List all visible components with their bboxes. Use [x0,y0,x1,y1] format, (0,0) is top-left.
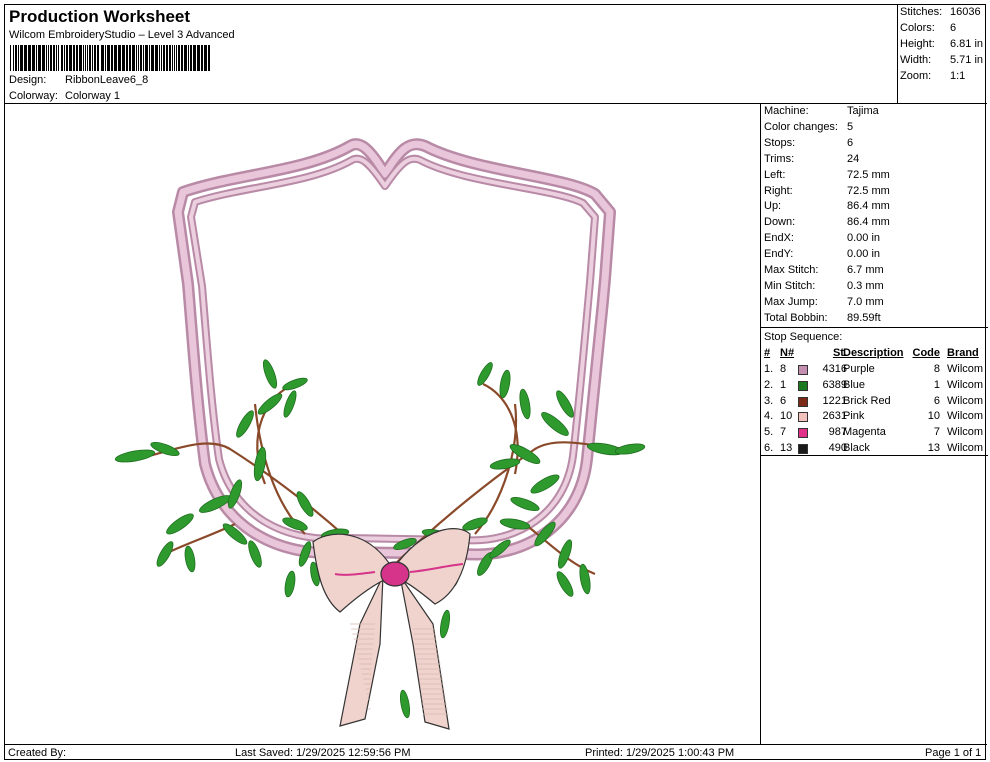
table-row: 2. 1 6389 Blue 1 Wilcom [764,378,984,391]
worksheet-frame: Production Worksheet Wilcom EmbroiderySt… [4,4,988,761]
stat-width: Width: 5.71 in [900,54,984,66]
info-label: Max Stitch: [764,264,819,276]
embroidery-design-image [114,138,646,730]
info-value: 86.4 mm [847,216,890,229]
table-row: 5. 7 987 Magenta 7 Wilcom [764,426,984,439]
info-label: Machine: [764,105,809,117]
info-label: Trims: [764,152,795,165]
machine-info-panel: Machine: Tajima Color changes: 5 Stops: 6 Trim… [760,104,988,744]
info-row: Min Stitch: 0.3 mm [764,280,986,292]
info-row: Trims: 24 [764,153,986,165]
info-row: EndX: 0.00 in [764,232,986,244]
info-value: 72.5 mm [847,184,890,197]
info-label: Left: [764,168,786,181]
info-row: Right: 72.5 mm [764,185,986,197]
info-label: Stops: [764,136,796,149]
summary-stats: Stitches: 16036 Colors: 6 Height: 6.81 in W… [897,5,987,104]
info-row: EndY: 0.00 in [764,248,986,260]
info-value: Tajima [847,105,879,117]
info-value: 6 [847,136,854,149]
info-row: Machine: Tajima [764,105,986,117]
leaf [579,563,591,595]
barcode-icon [10,45,210,71]
info-row: Down: 86.4 mm [764,216,986,228]
table-row: 4. 10 2631 Pink 10 Wilcom [764,410,984,423]
info-label: Color changes: [764,120,838,133]
info-value: 24 [847,152,860,165]
info-value: 0.00 in [847,232,881,245]
leaf [399,689,411,719]
panel-divider [761,327,988,328]
leaf [499,518,531,530]
design-value: RibbonLeave6_8 [65,74,149,86]
info-row: Total Bobbin: 89.59ft [764,312,986,324]
info-label: Max Jump: [764,295,818,308]
last-saved: Last Saved: 1/29/2025 12:59:56 PM [235,747,411,759]
design-row: Design: RibbonLeave6_8 [9,74,148,86]
info-row: Left: 72.5 mm [764,169,986,181]
color-swatch [798,396,808,407]
info-label: Down: [764,216,796,229]
leaf [614,443,646,455]
info-label: Total Bobbin: [764,311,828,324]
table-divider [761,455,988,456]
printed-date: Printed: 1/29/2025 1:00:43 PM [585,747,735,759]
info-label: Up: [764,200,782,213]
stat-stitches: Stitches: 16036 [900,6,981,18]
software-subtitle: Wilcom EmbroideryStudio – Level 3 Advanc… [9,29,235,41]
stop-sequence-header: # N# St. Description Code Brand [764,347,979,359]
leaf [156,541,174,567]
leaf [114,449,156,463]
design-preview [5,104,760,744]
leaf [184,545,196,573]
color-swatch [798,412,808,423]
colorway-row: Colorway: Colorway 1 [9,90,120,102]
info-value: 89.59ft [847,311,881,324]
table-row: 3. 6 1221 Brick Red 6 Wilcom [764,394,984,407]
worksheet-footer: Created By: Last Saved: 1/29/2025 12:59:… [5,744,987,761]
page-title: Production Worksheet [9,7,191,26]
leaf [439,609,451,639]
colorway-value: Colorway 1 [65,90,121,102]
leaf [166,513,194,535]
info-value: 0.00 in [847,248,881,261]
leaf [556,571,574,597]
info-row: Stops: 6 [764,137,986,149]
info-row: Up: 86.4 mm [764,200,986,212]
leaf [557,539,573,569]
color-swatch [798,444,808,454]
info-value: 0.3 mm [847,279,884,292]
stat-colors: Colors: 6 [900,22,957,34]
color-swatch [798,380,808,391]
stat-height: Height: 6.81 in [900,38,984,50]
leaf [284,570,296,598]
color-swatch [798,428,808,439]
created-by: Created By: [8,747,67,759]
info-value: 6.7 mm [847,264,884,276]
info-value: 5 [847,120,854,133]
info-row: Max Jump: 7.0 mm [764,296,986,308]
stat-zoom: Zoom: 1:1 [900,70,966,82]
info-row: Color changes: 5 [764,121,986,133]
stop-sequence-title: Stop Sequence: [764,331,843,343]
page-number: Page 1 of 1 [925,747,982,759]
info-label: EndY: [764,248,794,261]
info-row: Max Stitch: 6.7 mm [764,264,986,276]
design-label: Design: [9,74,47,86]
color-swatch [798,365,808,375]
worksheet-header: Production Worksheet Wilcom EmbroiderySt… [5,5,897,104]
table-row: 1. 8 4316 Purple 8 Wilcom [764,363,984,375]
info-value: 7.0 mm [847,295,884,308]
info-label: Min Stitch: [764,279,816,292]
info-value: 72.5 mm [847,168,890,181]
info-label: Right: [764,184,793,197]
colorway-label: Colorway: [9,90,58,102]
info-value: 86.4 mm [847,200,890,213]
info-label: EndX: [764,232,794,245]
